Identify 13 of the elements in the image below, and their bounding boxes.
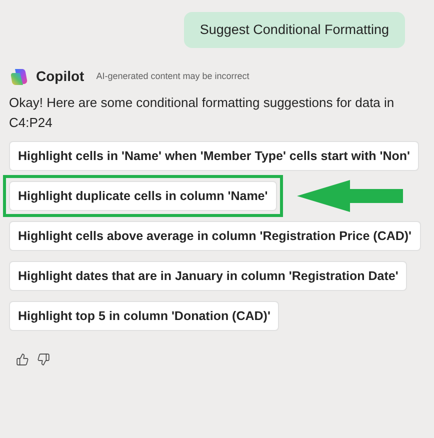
suggestion-button[interactable]: Highlight top 5 in column 'Donation (CAD)': [9, 301, 280, 331]
suggestion-button[interactable]: Highlight duplicate cells in column 'Name': [9, 181, 277, 211]
copilot-logo-icon: [10, 68, 28, 86]
assistant-name: Copilot: [36, 67, 84, 86]
suggestion-button[interactable]: Highlight cells in 'Name' when 'Member Type' cells start with 'Non': [9, 141, 419, 171]
intro-text: Okay! Here are some conditional formatting suggestions for data in C4:P24: [9, 94, 396, 132]
suggestion-button[interactable]: Highlight cells above average in column 'Registration Price (CAD)': [9, 221, 421, 251]
thumbs-up-icon[interactable]: [16, 353, 29, 366]
thumbs-down-icon[interactable]: [37, 353, 50, 366]
disclaimer-text: AI-generated content may be incorrect: [96, 70, 250, 83]
arrow-icon: [296, 180, 403, 212]
user-message: Suggest Conditional Formatting: [184, 12, 405, 48]
suggestion-button[interactable]: Highlight dates that are in January in column 'Registration Date': [9, 261, 408, 291]
